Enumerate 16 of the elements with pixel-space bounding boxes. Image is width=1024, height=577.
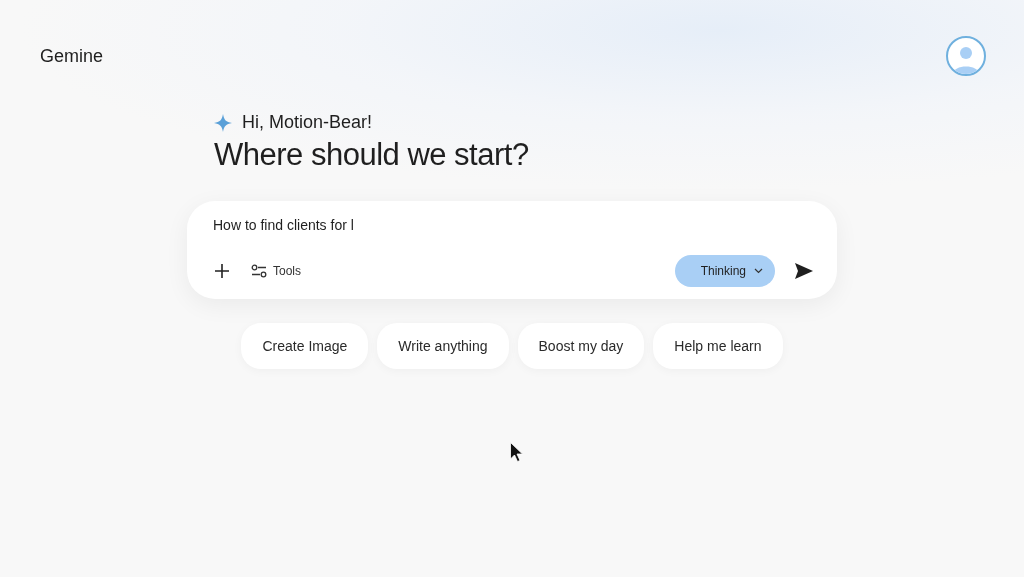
chevron-down-icon [754, 268, 763, 274]
suggestion-chip[interactable]: Boost my day [517, 323, 645, 369]
sliders-icon [251, 264, 267, 278]
mode-dropdown[interactable]: Thinking [674, 255, 775, 287]
suggestion-chip[interactable]: Create Image [241, 323, 369, 369]
tools-button[interactable]: Tools [249, 262, 303, 280]
main-heading: Where should we start? [214, 137, 530, 173]
send-button[interactable] [793, 261, 815, 281]
mouse-cursor-icon [510, 442, 523, 462]
app-logo: Gemine [40, 45, 104, 67]
prompt-input[interactable]: How to find clients for l [213, 217, 613, 233]
suggestion-chip[interactable]: Write anything [377, 323, 509, 369]
suggestion-chip[interactable]: Help me learn [653, 323, 783, 369]
add-button[interactable] [213, 262, 231, 280]
sparkle-icon [214, 113, 232, 132]
greeting-text: Hi, Motion-Bear! [242, 112, 373, 133]
